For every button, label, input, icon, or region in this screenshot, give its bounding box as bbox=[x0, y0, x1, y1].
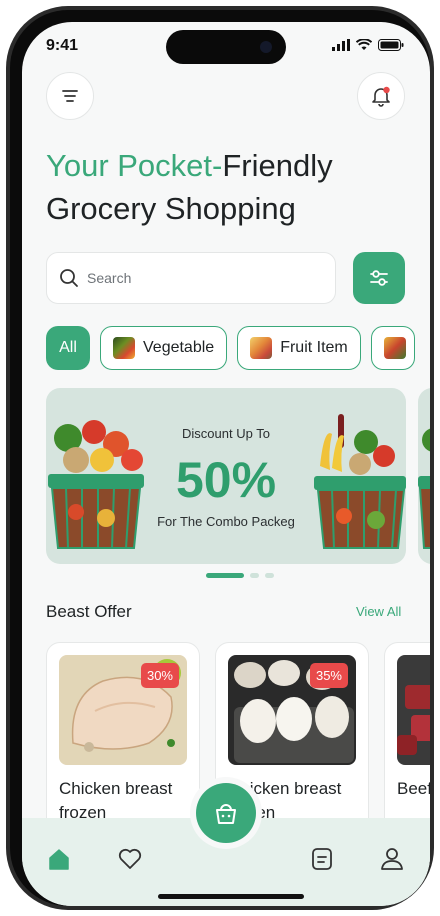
promo-banner-next[interactable] bbox=[418, 388, 430, 564]
product-image bbox=[397, 655, 430, 765]
camera-icon bbox=[260, 41, 272, 53]
category-label: Fruit Item bbox=[280, 339, 348, 356]
status-time: 9:41 bbox=[46, 37, 79, 54]
menu-button[interactable] bbox=[46, 72, 94, 120]
home-icon bbox=[49, 849, 69, 870]
carousel-dots bbox=[206, 573, 274, 578]
cart-icon bbox=[216, 804, 236, 824]
bell-icon bbox=[372, 86, 390, 107]
fruit-thumbnail bbox=[250, 337, 273, 359]
category-vegetable[interactable]: Vegetable bbox=[100, 326, 228, 370]
search-input[interactable]: Search bbox=[46, 252, 336, 304]
home-indicator[interactable] bbox=[158, 894, 304, 899]
menu-icon bbox=[62, 90, 78, 102]
discount-badge: 30% bbox=[140, 663, 179, 688]
category-all[interactable]: All bbox=[46, 326, 90, 370]
more-thumbnail bbox=[383, 337, 406, 359]
phone-frame: 9:41 Your Pocket-Friendly Grocery Shoppi… bbox=[6, 6, 434, 910]
cart-button[interactable] bbox=[196, 783, 256, 843]
basket-next-image bbox=[418, 428, 430, 549]
carousel-dot[interactable] bbox=[265, 573, 274, 578]
notification-button[interactable] bbox=[357, 72, 405, 120]
title-accent: Your Pocket- bbox=[46, 148, 223, 183]
section-title: Beast Offer bbox=[46, 602, 132, 621]
search-icon bbox=[60, 269, 78, 287]
nav-home[interactable] bbox=[44, 844, 74, 874]
vegetable-thumbnail bbox=[113, 337, 135, 359]
sliders-icon bbox=[370, 270, 388, 286]
wifi-icon bbox=[356, 39, 372, 50]
product-name: Beef for s bbox=[397, 779, 430, 798]
category-list: All Vegetable Fruit Item bbox=[46, 326, 430, 370]
heart-icon bbox=[118, 848, 142, 869]
filter-button[interactable] bbox=[353, 252, 405, 304]
nav-orders[interactable] bbox=[307, 844, 337, 874]
title-rest: Friendly bbox=[222, 148, 333, 183]
promo-banner[interactable]: Discount Up To 50% For The Combo Packeg bbox=[46, 388, 406, 564]
carousel-dot-active[interactable] bbox=[206, 573, 244, 578]
screen: 9:41 Your Pocket-Friendly Grocery Shoppi… bbox=[22, 22, 430, 906]
search-placeholder: Search bbox=[87, 270, 132, 286]
category-more[interactable] bbox=[370, 326, 415, 370]
category-label: Vegetable bbox=[143, 339, 215, 356]
dynamic-island bbox=[166, 30, 286, 64]
carousel-dot[interactable] bbox=[250, 573, 259, 578]
user-icon bbox=[381, 848, 403, 870]
view-all-link[interactable]: View All bbox=[356, 604, 401, 619]
signal-icon bbox=[332, 39, 350, 51]
product-image: 30% bbox=[59, 655, 187, 765]
nav-favorites[interactable] bbox=[115, 844, 145, 874]
category-fruit-item[interactable]: Fruit Item bbox=[237, 326, 361, 370]
page-title: Your Pocket-Friendly Grocery Shopping bbox=[46, 144, 333, 230]
discount-badge: 35% bbox=[309, 663, 348, 688]
title-line2: Grocery Shopping bbox=[46, 191, 296, 226]
list-icon bbox=[312, 848, 332, 870]
status-icons bbox=[332, 39, 404, 51]
battery-icon bbox=[378, 39, 404, 51]
product-image: 35% bbox=[228, 655, 356, 765]
basket-right-image bbox=[314, 414, 406, 549]
nav-profile[interactable] bbox=[377, 844, 407, 874]
